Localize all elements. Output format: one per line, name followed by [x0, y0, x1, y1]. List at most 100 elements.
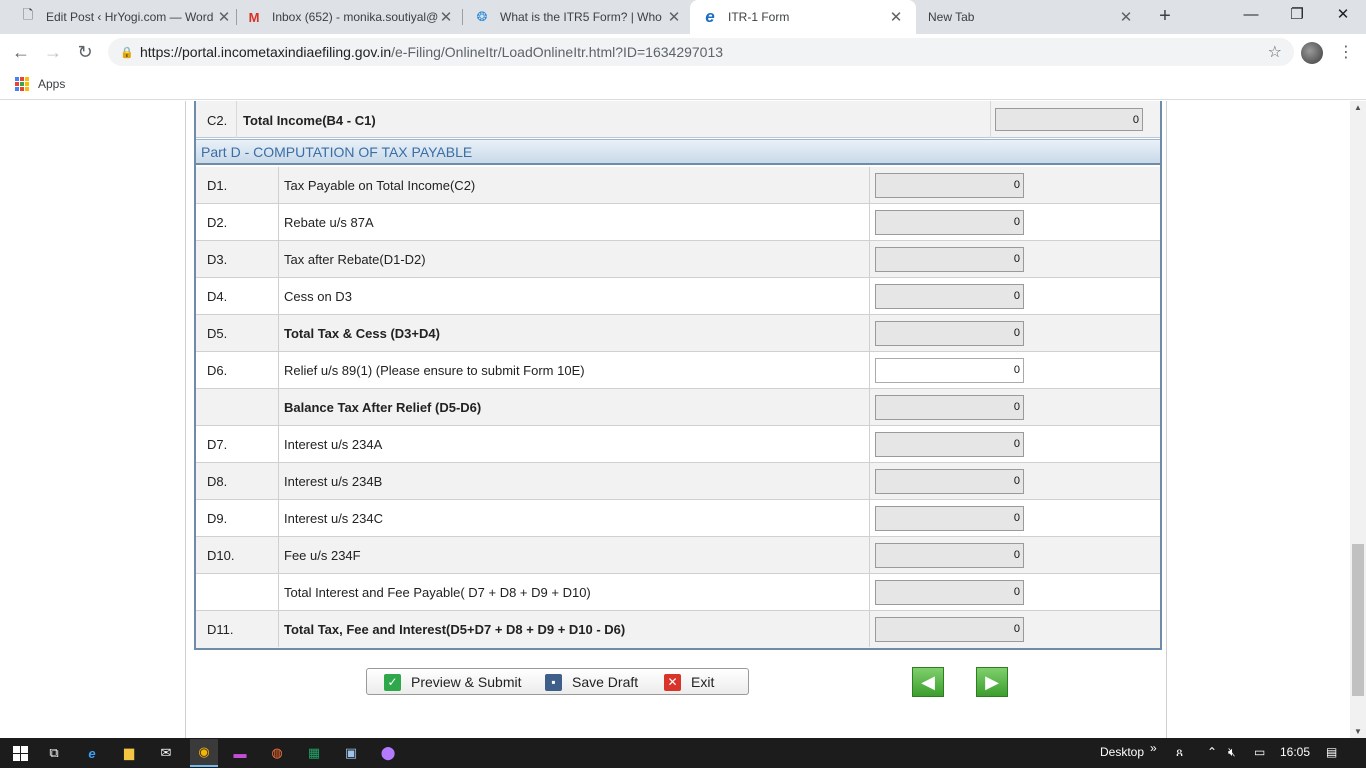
scroll-down-icon[interactable]: ▼ [1354, 727, 1362, 736]
page-border-left [185, 101, 186, 738]
vertical-scrollbar[interactable]: ▲ ▼ [1350, 101, 1366, 738]
value-field-d9[interactable]: 0 [875, 506, 1024, 531]
back-button[interactable]: ← [8, 39, 34, 65]
row-label: Balance Tax After Relief (D5-D6) [284, 400, 482, 415]
close-icon[interactable]: ✕ [438, 8, 454, 26]
column-divider [278, 167, 279, 203]
apps-bookmark[interactable]: Apps [38, 77, 65, 91]
close-icon[interactable]: ✕ [216, 8, 232, 26]
column-divider [278, 574, 279, 610]
value-field-d7[interactable]: 0 [875, 432, 1024, 457]
preview-submit-button[interactable]: ✓ Preview & Submit [384, 672, 521, 692]
menu-dots-icon[interactable]: ⋮ [1338, 40, 1354, 66]
value-field-d8[interactable]: 0 [875, 469, 1024, 494]
value-field-balance-tax[interactable]: 0 [875, 395, 1024, 420]
row-code: D7. [207, 437, 228, 452]
row-code: D9. [207, 511, 228, 526]
button-label: Exit [691, 674, 715, 690]
relief-input[interactable]: 0 [875, 358, 1024, 383]
excel-icon[interactable]: ▦ [304, 743, 324, 763]
next-page-button[interactable]: ▶ [976, 667, 1008, 697]
row-label: Total Interest and Fee Payable( D7 + D8 … [284, 585, 591, 600]
form-action-bar: ✓ Preview & Submit ▪ Save Draft ✕ Exit [366, 668, 749, 695]
close-icon[interactable]: ✕ [1118, 8, 1134, 26]
address-bar[interactable]: 🔒 https://portal.incometaxindiaefiling.g… [108, 38, 1294, 66]
network-icon[interactable]: ▭ [1254, 745, 1265, 759]
row-code: D3. [207, 252, 228, 267]
floppy-disk-icon: ▪ [545, 673, 562, 691]
exit-button[interactable]: ✕ Exit [664, 672, 714, 692]
reload-button[interactable]: ↻ [72, 39, 98, 65]
value-field-d2[interactable]: 0 [875, 210, 1024, 235]
maps-pin-icon[interactable]: ⬤ [378, 743, 398, 763]
column-divider [869, 315, 870, 351]
new-tab-button[interactable]: + [1154, 6, 1176, 28]
value-field-d5[interactable]: 0 [875, 321, 1024, 346]
row-total-interest-fee: Total Interest and Fee Payable( D7 + D8 … [196, 574, 1160, 611]
minimize-button[interactable]: — [1228, 0, 1274, 30]
row-label: Interest u/s 234B [284, 474, 383, 489]
column-divider [278, 426, 279, 462]
chevron-icon[interactable]: » [1150, 741, 1157, 755]
value-field-total-interest-fee[interactable]: 0 [875, 580, 1024, 605]
tab-title: ITR-1 Form [728, 10, 790, 24]
value-field-d4[interactable]: 0 [875, 284, 1024, 309]
notifications-icon[interactable]: ▤ [1326, 745, 1337, 759]
app-icon[interactable]: ▬ [230, 743, 250, 763]
close-window-button[interactable]: ✕ [1320, 0, 1366, 30]
row-label: Rebate u/s 87A [284, 215, 374, 230]
scrollbar-thumb[interactable] [1352, 544, 1364, 696]
apps-grid-icon[interactable] [15, 77, 29, 91]
row-d2: D2. Rebate u/s 87A 0 [196, 204, 1160, 241]
row-label: Tax Payable on Total Income(C2) [284, 178, 476, 193]
value-field-d11[interactable]: 0 [875, 617, 1024, 642]
previous-page-button[interactable]: ◀ [912, 667, 944, 697]
column-divider [869, 611, 870, 647]
task-view-icon[interactable]: ⧉ [44, 743, 64, 763]
tab-new-tab[interactable]: New Tab ✕ [928, 0, 1134, 34]
bookmark-star-icon[interactable]: ☆ [1268, 42, 1282, 62]
tray-up-arrow-icon[interactable]: ⌃ [1207, 745, 1217, 759]
arrow-right-icon: ▶ [985, 672, 999, 692]
tab-edit-post[interactable]: 🗋 Edit Post ‹ HrYogi.com — Word ✕ [20, 0, 232, 34]
volume-muted-icon[interactable]: 🔇︎ [1228, 745, 1236, 760]
value-text[interactable]: 0 [875, 358, 1024, 383]
forward-button[interactable]: → [40, 39, 66, 65]
column-divider [278, 500, 279, 536]
remote-desktop-icon[interactable]: ▣ [341, 743, 361, 763]
restore-button[interactable]: ❐ [1274, 0, 1320, 30]
value-field-d1[interactable]: 0 [875, 173, 1024, 198]
people-icon[interactable]: ጸ [1176, 745, 1183, 760]
chrome-icon[interactable]: ◉ [190, 739, 218, 767]
row-d8: D8. Interest u/s 234B 0 [196, 463, 1160, 500]
itr-form-section: C2. Total Income(B4 - C1) 0 Part D - COM… [194, 101, 1162, 650]
windows-start-icon[interactable] [10, 743, 30, 763]
value-field-c2[interactable]: 0 [995, 108, 1143, 131]
firefox-icon[interactable]: ◍ [267, 743, 287, 763]
value-text: 0 [875, 284, 1024, 309]
edge-icon[interactable]: e [82, 743, 102, 763]
value-text: 0 [875, 247, 1024, 272]
tab-itr1-form[interactable]: e ITR-1 Form ✕ [690, 0, 916, 34]
value-field-d10[interactable]: 0 [875, 543, 1024, 568]
desktop-toolbar-label[interactable]: Desktop [1100, 745, 1144, 759]
mail-icon[interactable]: ✉ [156, 743, 176, 763]
ie-icon: e [705, 7, 715, 26]
close-icon[interactable]: ✕ [666, 8, 682, 26]
profile-avatar[interactable] [1301, 42, 1323, 64]
browser-toolbar: ← → ↻ 🔒 https://portal.incometaxindiaefi… [0, 34, 1366, 70]
scroll-up-icon[interactable]: ▲ [1354, 103, 1362, 112]
close-icon[interactable]: ✕ [888, 8, 904, 26]
row-d7: D7. Interest u/s 234A 0 [196, 426, 1160, 463]
file-explorer-icon[interactable]: ▆ [119, 743, 139, 763]
value-field-d3[interactable]: 0 [875, 247, 1024, 272]
tab-itr5[interactable]: ❂ What is the ITR5 Form? | Who ✕ [474, 0, 682, 34]
clock-time[interactable]: 16:05 [1280, 745, 1310, 759]
tab-inbox[interactable]: M Inbox (652) - monika.soutiyal@ ✕ [246, 0, 454, 34]
row-d6: D6. Relief u/s 89(1) (Please ensure to su… [196, 352, 1160, 389]
save-draft-button[interactable]: ▪ Save Draft [545, 672, 638, 692]
column-divider [869, 500, 870, 536]
url-host: https://portal.incometaxindiaefiling.gov… [140, 44, 392, 60]
tab-separator [236, 9, 237, 25]
column-divider [278, 241, 279, 277]
